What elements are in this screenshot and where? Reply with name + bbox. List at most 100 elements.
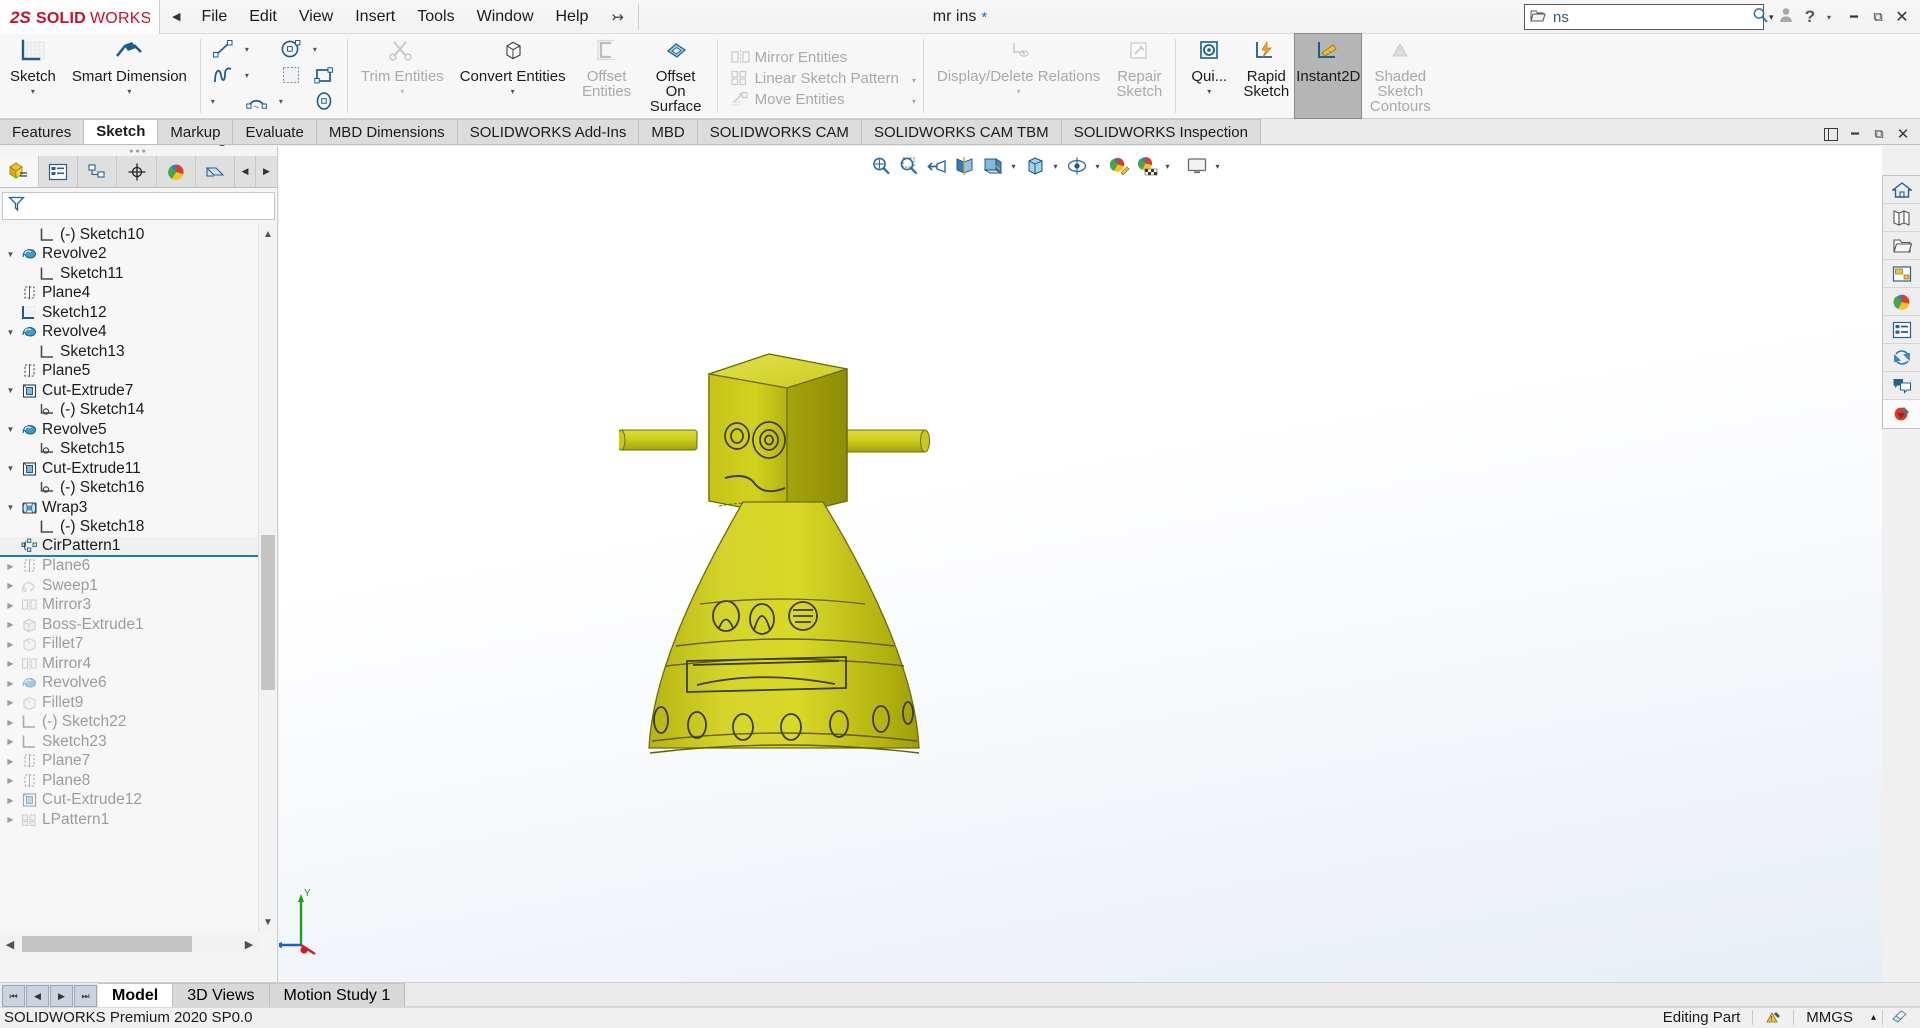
tree-item-cut-extrude11[interactable]: ▼Cut-Extrude11 <box>0 459 259 479</box>
tree-item-revolve6[interactable]: ▶Revolve6 <box>0 674 259 694</box>
panel-tabs-next-icon[interactable]: ▶ <box>256 156 277 187</box>
tree-item-revolve4[interactable]: ▼Revolve4 <box>0 323 259 343</box>
overlay-icon[interactable] <box>1883 1008 1916 1028</box>
feature-tree-vertical-scrollbar[interactable]: ▲ ▼ <box>258 225 277 932</box>
tree-item-wrap3[interactable]: ▼Wrap3 <box>0 498 259 518</box>
tab-solidworks-add-ins[interactable]: SOLIDWORKS Add-Ins <box>458 119 640 144</box>
view-orientation-icon[interactable] <box>979 153 1006 179</box>
search-box[interactable]: ▾ <box>1524 4 1764 30</box>
zoom-to-area-icon[interactable] <box>895 153 922 179</box>
sketch-fillet-region-icon[interactable] <box>274 63 308 88</box>
tab-mbd-dimensions[interactable]: MBD Dimensions <box>317 119 458 144</box>
appearances-icon[interactable] <box>1883 288 1920 316</box>
instant2d-button[interactable]: Instant2D <box>1295 34 1361 118</box>
tree-item-sketch22[interactable]: ▶(-) Sketch22 <box>0 713 259 733</box>
tree-item-plane7[interactable]: ▶Plane7 <box>0 752 259 772</box>
user-icon[interactable] <box>1774 7 1798 27</box>
pin-icon[interactable]: ↣ <box>599 8 638 26</box>
graphics-viewport[interactable]: ▾ ▾ ▾ <box>279 146 1882 982</box>
tree-item-mirror4[interactable]: ▶Mirror4 <box>0 654 259 674</box>
panel-tab-feature-manager[interactable] <box>0 156 39 187</box>
expand-arrow-icon[interactable]: ▶ <box>2 679 19 688</box>
tab-solidworks-cam-tbm[interactable]: SOLIDWORKS CAM TBM <box>862 119 1062 144</box>
doc-close-icon[interactable]: ✕ <box>1892 124 1914 144</box>
tab-features[interactable]: Features <box>0 119 84 144</box>
tree-item-plane6[interactable]: ▶Plane6 <box>0 557 259 577</box>
minimize-button[interactable]: ━ <box>1842 9 1866 25</box>
linear-sketch-pattern-dropdown-icon[interactable]: ▾ <box>908 70 920 91</box>
arc-dropdown-icon[interactable]: ▾ <box>274 89 288 114</box>
drag-handle-icon[interactable] <box>1883 400 1920 428</box>
panel-left-icon[interactable] <box>1820 124 1842 144</box>
move-entities-button[interactable]: Move Entities <box>727 89 902 110</box>
help-icon[interactable]: ? <box>1798 7 1822 27</box>
view-palette-icon[interactable] <box>1883 260 1920 288</box>
tree-item-revolve2[interactable]: ▼Revolve2 <box>0 245 259 265</box>
rebuild-warning-icon[interactable]: ! <box>1753 1008 1793 1028</box>
tree-item-sketch15[interactable]: ▶Sketch15 <box>0 440 259 460</box>
vertical-scroll-thumb[interactable] <box>261 535 275 690</box>
tab-solidworks-inspection[interactable]: SOLIDWORKS Inspection <box>1062 119 1261 144</box>
apply-scene-icon[interactable] <box>1133 153 1160 179</box>
hide-show-items-dropdown-icon[interactable]: ▾ <box>1091 162 1104 171</box>
apply-scene-dropdown-icon[interactable]: ▾ <box>1161 162 1174 171</box>
menu-item-edit[interactable]: Edit <box>238 4 288 30</box>
tree-item-cirpattern1[interactable]: ▶CirPattern1 <box>0 537 259 557</box>
collapse-arrow-icon[interactable]: ▼ <box>2 386 19 395</box>
tree-item-plane8[interactable]: ▶Plane8 <box>0 771 259 791</box>
nav-prev-button[interactable]: ◀ <box>26 985 49 1007</box>
tree-item-sketch11[interactable]: ▶Sketch11 <box>0 264 259 284</box>
status-units-caret[interactable]: ▴ <box>1865 1008 1882 1028</box>
feature-tree-filter[interactable] <box>2 192 275 220</box>
scroll-down-icon[interactable]: ▼ <box>259 913 277 932</box>
search-icon[interactable] <box>1752 7 1769 28</box>
tab-evaluate[interactable]: Evaluate <box>233 119 316 144</box>
trim-entities-button[interactable]: Trim Entities ▾ <box>353 34 452 118</box>
tree-item-sketch12[interactable]: ▶Sketch12 <box>0 303 259 323</box>
circle-icon[interactable] <box>274 37 308 62</box>
menu-item-help[interactable]: Help <box>545 4 600 30</box>
collapse-arrow-icon[interactable]: ▼ <box>2 328 19 337</box>
display-delete-relations-button[interactable]: Display/Delete Relations ▾ <box>929 34 1108 118</box>
nav-next-button[interactable]: ▶ <box>50 985 73 1007</box>
forum-icon[interactable] <box>1883 372 1920 400</box>
arc-icon[interactable] <box>240 89 274 114</box>
quick-snaps-dropdown-icon[interactable]: ▾ <box>1207 87 1211 96</box>
tree-item-fillet9[interactable]: ▶Fillet9 <box>0 693 259 713</box>
doc-minimize-icon[interactable]: ━ <box>1844 124 1866 144</box>
custom-properties-icon[interactable] <box>1883 316 1920 344</box>
library-icon[interactable] <box>1883 204 1920 232</box>
bottom-tab-motion-study[interactable]: Motion Study 1 <box>270 983 406 1007</box>
tree-item-plane4[interactable]: ▶Plane4 <box>0 284 259 304</box>
scroll-up-icon[interactable]: ▲ <box>259 225 277 244</box>
help-dropdown-icon[interactable]: ▾ <box>1822 13 1836 22</box>
horizontal-scroll-thumb[interactable] <box>22 936 192 952</box>
tree-item-lpattern1[interactable]: ▶LPattern1 <box>0 810 259 830</box>
collapse-arrow-icon[interactable]: ▼ <box>2 425 19 434</box>
tab-markup[interactable]: Markup <box>158 119 233 144</box>
panel-tab-display-manager[interactable] <box>157 156 196 187</box>
menu-item-window[interactable]: Window <box>466 4 545 30</box>
display-delete-relations-dropdown-icon[interactable]: ▾ <box>1017 87 1021 96</box>
mirror-entities-button[interactable]: Mirror Entities <box>727 47 902 68</box>
tree-item-sketch14[interactable]: ▶(-) Sketch14 <box>0 401 259 421</box>
scroll-left-icon[interactable]: ◀ <box>0 938 20 951</box>
search-dropdown-icon[interactable]: ▾ <box>1769 12 1774 23</box>
home-icon[interactable] <box>1883 176 1920 204</box>
tree-item-cut-extrude12[interactable]: ▶Cut-Extrude12 <box>0 791 259 811</box>
tree-item-boss-extrude1[interactable]: ▶Boss-Extrude1 <box>0 615 259 635</box>
feature-tree-horizontal-scrollbar[interactable]: ◀ ▶ <box>0 934 259 954</box>
section-view-icon[interactable] <box>951 153 978 179</box>
tree-item-mirror3[interactable]: ▶Mirror3 <box>0 596 259 616</box>
menu-item-file[interactable]: File <box>190 4 238 30</box>
panel-tab-configuration-manager[interactable] <box>78 156 117 187</box>
ellipse-icon[interactable] <box>308 89 342 114</box>
tree-item-revolve5[interactable]: ▼Revolve5 <box>0 420 259 440</box>
panel-tab-property-manager[interactable] <box>39 156 78 187</box>
bottom-tab-3d-views[interactable]: 3D Views <box>173 983 269 1007</box>
panel-tab-dimxpert-manager[interactable] <box>117 156 156 187</box>
spline-dropdown-icon[interactable]: ▾ <box>240 63 254 88</box>
model-3d-body[interactable] <box>619 196 1099 796</box>
search-scope-folder-icon[interactable] <box>1525 9 1553 26</box>
close-button[interactable]: ✕ <box>1890 7 1914 27</box>
